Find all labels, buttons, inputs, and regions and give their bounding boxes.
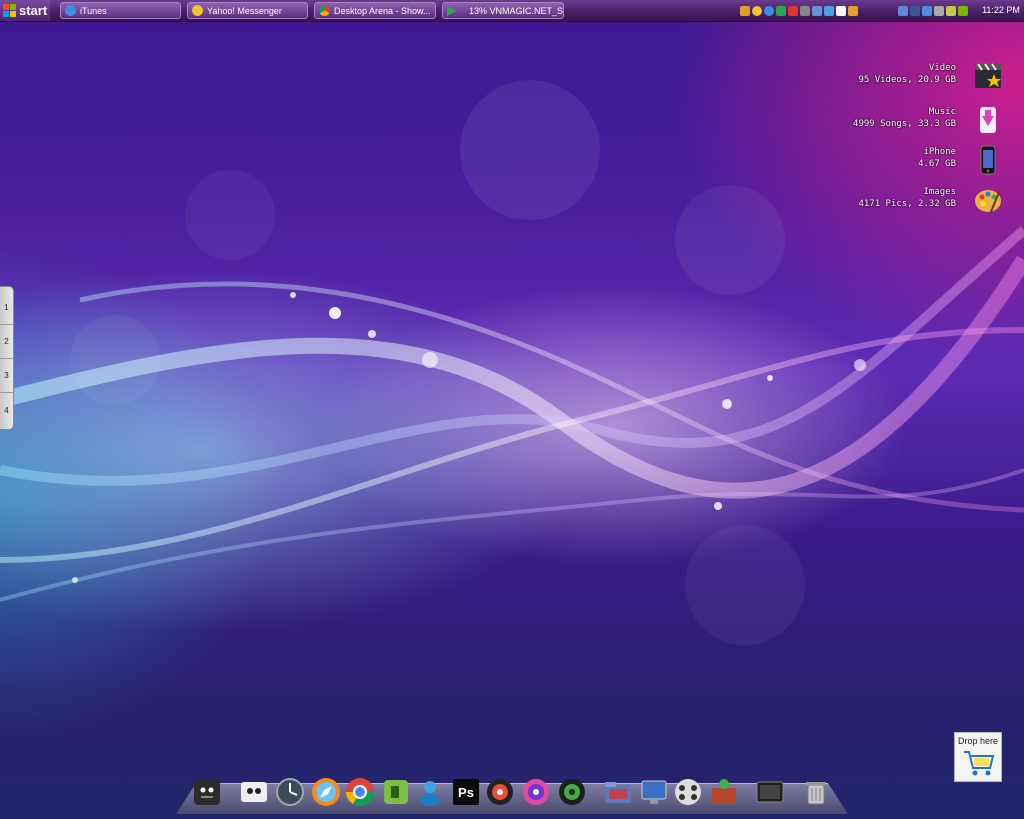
widget-images[interactable]: Images 4171 Pics, 2.32 GB — [810, 184, 1010, 222]
start-button[interactable]: start — [0, 0, 50, 21]
chrome-icon — [319, 5, 330, 16]
network-icon[interactable] — [812, 5, 822, 16]
chrome-icon — [346, 778, 374, 806]
clock-icon — [276, 778, 304, 806]
nvidia-icon[interactable] — [958, 5, 968, 16]
taskbar-button-label: Yahoo! Messenger — [207, 5, 282, 16]
facebook-icon[interactable] — [910, 5, 920, 16]
yahoo-tray-icon[interactable] — [752, 5, 762, 16]
taskbar-button-label: 13% VNMAGIC.NET_S... — [469, 5, 564, 16]
dock-item-photoshop[interactable]: Ps — [450, 776, 482, 808]
mail-icon[interactable] — [740, 5, 750, 16]
user-icon[interactable] — [922, 5, 932, 16]
dock-item-safari[interactable] — [310, 776, 342, 808]
dock-item-folder[interactable] — [602, 776, 634, 808]
monitor-icon — [641, 780, 667, 804]
widget-title: iPhone — [923, 147, 956, 157]
v-app-icon[interactable] — [848, 5, 858, 16]
record-icon[interactable] — [788, 5, 798, 16]
dock-item-clock[interactable] — [274, 776, 306, 808]
system-tray-apps — [740, 2, 892, 19]
pager-desktop-2[interactable]: 2 — [0, 325, 13, 359]
taskbar: start iTunes Yahoo! Messenger Desktop Ar… — [0, 0, 1024, 22]
display-icon — [756, 781, 784, 803]
windows-logo-icon — [3, 4, 16, 17]
dock-item-film[interactable] — [672, 776, 704, 808]
photoshop-label: Ps — [458, 785, 474, 800]
pager-desktop-4[interactable]: 4 — [0, 393, 13, 427]
dock-item-trash[interactable] — [800, 776, 832, 808]
yahoo-messenger-icon — [192, 5, 203, 16]
widget-detail: 4.67 GB — [918, 159, 956, 169]
dock-item-chrome[interactable] — [344, 776, 376, 808]
taskbar-clock[interactable]: 11:22 PM — [978, 0, 1024, 21]
itunes-icon — [523, 779, 549, 805]
dock-item-itunes[interactable] — [520, 776, 552, 808]
widget-detail: 4999 Songs, 33.3 GB — [853, 119, 956, 129]
widget-title: Music — [928, 107, 956, 117]
dock-item-monitor[interactable] — [638, 776, 670, 808]
taskbar-button-itunes[interactable]: iTunes — [60, 2, 181, 19]
pager-desktop-3[interactable]: 3 — [0, 359, 13, 393]
widget-title: Video — [928, 63, 956, 73]
finder-icon — [194, 779, 220, 805]
power-icon[interactable] — [934, 5, 944, 16]
system-icon — [241, 782, 267, 802]
dock-item-evernote[interactable] — [380, 776, 412, 808]
start-label: start — [19, 3, 48, 18]
toolbox-icon — [712, 779, 736, 804]
security-icon[interactable] — [946, 5, 956, 16]
evernote-icon — [384, 780, 408, 804]
taskbar-button-download[interactable]: 13% VNMAGIC.NET_S... — [442, 2, 564, 19]
photoshop-icon: Ps — [453, 779, 479, 805]
dock-item-media-player[interactable] — [484, 776, 516, 808]
paint-palette-icon — [975, 189, 1001, 215]
itunes-icon — [65, 5, 76, 16]
iphone-icon — [980, 145, 996, 175]
film-icon — [675, 779, 701, 805]
widget-detail: 95 Videos, 20.9 GB — [858, 75, 956, 85]
folder-icon — [605, 782, 631, 803]
dock-item-display[interactable] — [754, 776, 786, 808]
widget-iphone[interactable]: iPhone 4.67 GB — [810, 144, 1010, 182]
play-icon[interactable] — [776, 5, 786, 16]
taskbar-button-label: iTunes — [80, 5, 107, 16]
virtual-desktop-pager: 1 2 3 4 — [0, 286, 14, 430]
dock-item-toolbox[interactable] — [708, 776, 740, 808]
system-tray-status — [898, 2, 976, 19]
safari-icon — [312, 778, 340, 806]
trash-icon — [806, 782, 826, 805]
widget-title: Images — [923, 187, 956, 197]
drop-here-label: Drop here — [958, 736, 999, 746]
bluetooth-icon[interactable] — [824, 5, 834, 16]
shopping-cart-icon — [964, 751, 995, 776]
widget-video[interactable]: Video 95 Videos, 20.9 GB — [810, 60, 1010, 98]
taskbar-button-label: Desktop Arena - Show... — [334, 5, 431, 16]
volume-icon[interactable] — [800, 5, 810, 16]
video-icon — [975, 63, 1001, 88]
dock-item-spotify[interactable] — [556, 776, 588, 808]
notes-icon[interactable] — [836, 5, 846, 16]
dock-item-finder[interactable] — [191, 776, 223, 808]
media-player-icon — [487, 779, 513, 805]
taskbar-button-yahoo-messenger[interactable]: Yahoo! Messenger — [187, 2, 308, 19]
dock-item-messenger[interactable] — [414, 776, 446, 808]
globe-icon[interactable] — [764, 5, 774, 16]
widget-music[interactable]: Music 4999 Songs, 33.3 GB — [810, 104, 1010, 142]
taskbar-button-desktop-arena[interactable]: Desktop Arena - Show... — [314, 2, 436, 19]
dock-item-system[interactable] — [238, 776, 270, 808]
widget-detail: 4171 Pics, 2.32 GB — [858, 199, 956, 209]
windows-update-icon[interactable] — [898, 5, 908, 16]
pager-desktop-1[interactable]: 1 — [0, 291, 13, 325]
music-icon — [980, 107, 996, 133]
drop-here-widget[interactable]: Drop here — [954, 732, 1002, 782]
spotify-icon — [559, 779, 585, 805]
messenger-icon — [420, 781, 440, 806]
download-icon — [447, 5, 465, 16]
